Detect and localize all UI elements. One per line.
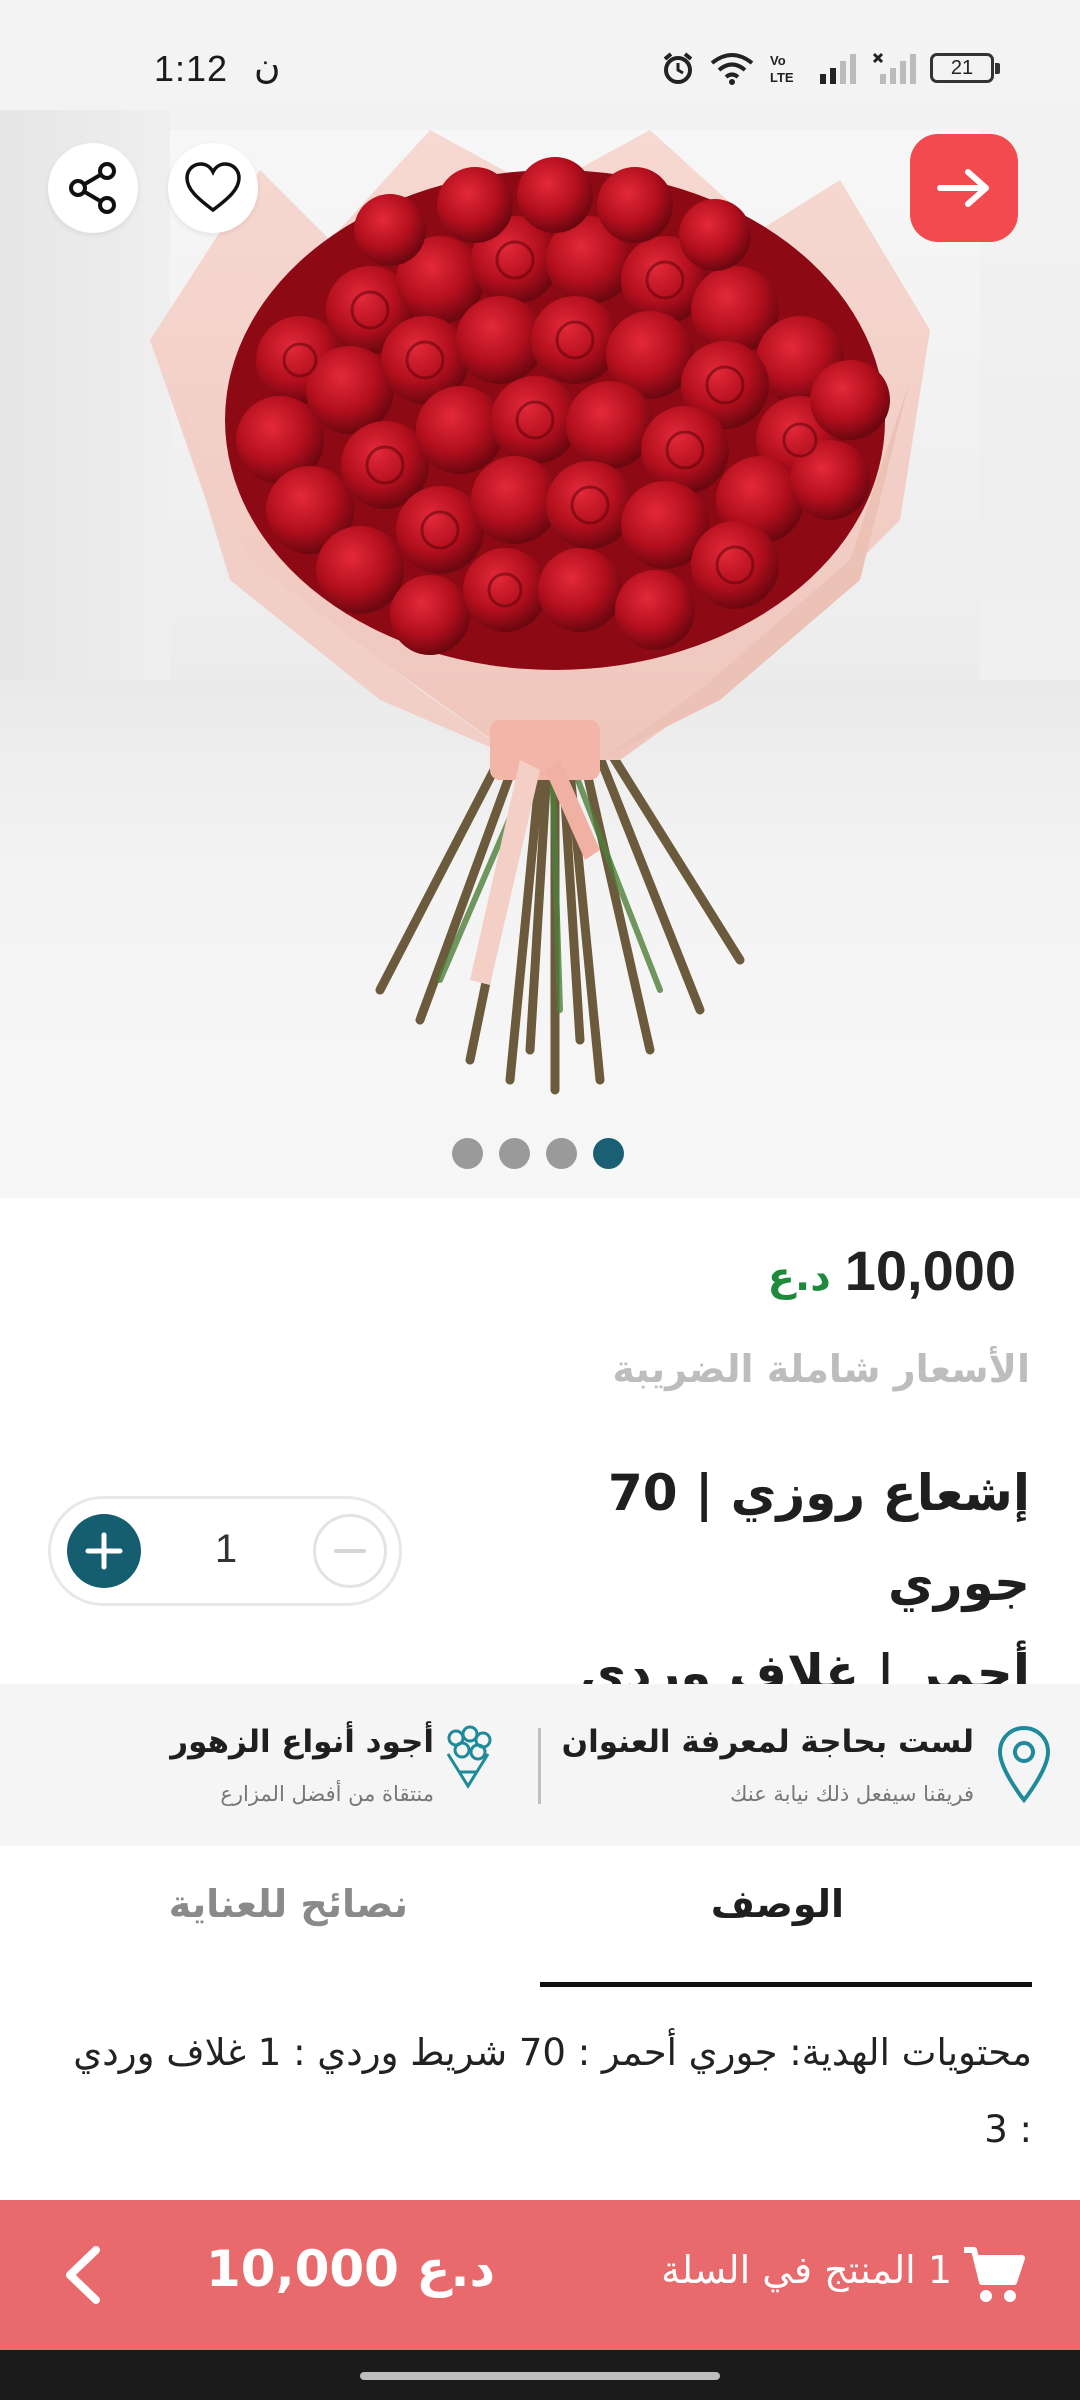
heart-icon [185, 162, 241, 213]
gallery-dot[interactable] [499, 1138, 530, 1169]
volte-icon: Vo LTE [770, 53, 794, 85]
features-band: لست بحاجة لمعرفة العنوان فريقنا سيفعل ذل… [0, 1684, 1080, 1846]
feature-best-flowers: أجود أنواع الزهور منتقاة من أفضل المزارع [0, 1684, 540, 1846]
tab-care-tips[interactable]: نصائح للعناية [169, 1882, 408, 1926]
quantity-stepper: 1 [48, 1496, 402, 1606]
system-navigation-bar [0, 2350, 1080, 2400]
location-pin-icon [997, 1725, 1051, 1804]
status-carrier-glyph: ن [254, 46, 281, 87]
signal-icon [820, 54, 856, 84]
cart-bar[interactable]: 1 المنتج في السلة 10,000 د.ع [0, 2200, 1080, 2350]
plus-icon [85, 1532, 123, 1570]
feature-address-title: لست بحاجة لمعرفة العنوان [561, 1724, 974, 1760]
wifi-icon [710, 53, 754, 85]
home-gesture-handle[interactable] [360, 2372, 720, 2380]
product-image-gallery[interactable]: 1:12 ن Vo LTE 21 [0, 0, 1080, 1198]
arrow-right-icon [937, 169, 989, 207]
gallery-dot[interactable] [452, 1138, 483, 1169]
back-button[interactable] [910, 134, 1018, 242]
active-tab-indicator [540, 1982, 1032, 1987]
bouquet-icon [446, 1725, 492, 1789]
gallery-dot[interactable] [546, 1138, 577, 1169]
product-title: إشعاع روزي | 70 جوري أحمر | غلاف وردي [470, 1448, 1030, 1718]
svg-text:LTE: LTE [770, 70, 794, 85]
product-description: محتويات الهدية: جوري أحمر : 70 شريط وردي… [73, 2031, 1032, 2151]
minus-icon [334, 1549, 366, 1553]
gallery-dot-active[interactable] [593, 1138, 624, 1169]
svg-text:Vo: Vo [770, 53, 786, 68]
price-currency: د.ع [767, 1254, 831, 1300]
share-icon [69, 162, 116, 214]
feature-no-address: لست بحاجة لمعرفة العنوان فريقنا سيفعل ذل… [540, 1684, 1080, 1846]
status-bar: 1:12 ن Vo LTE 21 [0, 0, 1080, 140]
feature-flowers-title: أجود أنواع الزهور [170, 1724, 434, 1760]
cart-total: 10,000 د.ع [206, 2240, 496, 2298]
product-price: د.ع 10,000 [768, 1238, 1016, 1303]
feature-address-subtitle: فريقنا سيفعل ذلك نيابة عنك [730, 1782, 974, 1806]
cart-icon [964, 2247, 1025, 2302]
share-button[interactable] [48, 143, 138, 233]
price-amount: 10,000 [844, 1239, 1016, 1302]
gallery-pagination [452, 1138, 624, 1169]
tab-description[interactable]: الوصف [711, 1882, 844, 1926]
cart-item-count-label: 1 المنتج في السلة [661, 2248, 952, 2292]
product-title-line-1: إشعاع روزي | 70 جوري [607, 1464, 1030, 1612]
feature-flowers-subtitle: منتقاة من أفضل المزارع [220, 1782, 434, 1806]
status-time: 1:12 [154, 48, 229, 89]
quantity-value: 1 [214, 1527, 238, 1571]
tax-note: الأسعار شاملة الضريبة [612, 1347, 1030, 1391]
battery-icon: 21 [930, 53, 1000, 83]
quantity-decrease-button[interactable] [313, 1514, 387, 1588]
alarm-icon [663, 52, 693, 84]
favorite-button[interactable] [168, 143, 258, 233]
chevron-left-icon [66, 2246, 100, 2304]
signal-no-sim-icon [872, 52, 916, 84]
quantity-increase-button[interactable] [67, 1514, 141, 1588]
